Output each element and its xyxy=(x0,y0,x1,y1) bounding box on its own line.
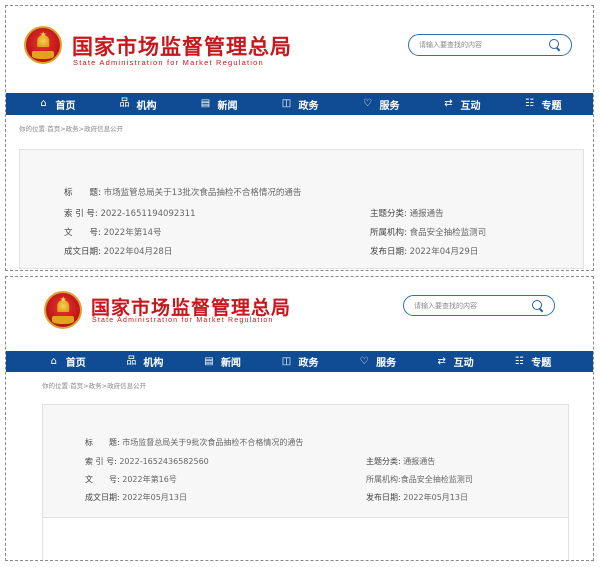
site-header: ★ 国家市场监督管理总局 State Administration for Ma… xyxy=(6,6,593,92)
nav-item-interaction[interactable]: ⇄ 互动 xyxy=(416,354,494,370)
government-affairs-icon: ◫ xyxy=(281,355,292,367)
nav-item-home[interactable]: ⌂ 首页 xyxy=(16,97,97,112)
doc-number: 2022年第14号 xyxy=(103,228,162,238)
news-icon: ▤ xyxy=(200,98,211,109)
screenshot-panel-2: ★ 国家市场监督管理总局 State Administration for Ma… xyxy=(5,276,594,561)
site-title-cn: 国家市场监督管理总局 xyxy=(72,35,292,59)
search-icon[interactable] xyxy=(530,298,546,314)
doc-category: 通报通告 xyxy=(403,457,436,466)
heart-icon: ♡ xyxy=(363,98,372,109)
search-box[interactable] xyxy=(408,34,572,56)
nav-item-government-affairs[interactable]: ◫ 政务 xyxy=(261,354,339,370)
doc-index-row: 索 引 号: 2022-1651194092311 xyxy=(64,209,196,219)
nav-item-organization[interactable]: 品机构 xyxy=(97,97,178,112)
nav-item-topics[interactable]: ☷ 专题 xyxy=(502,97,583,112)
doc-agency: 所属机构:食品安全抽检监测司 xyxy=(366,475,473,484)
doc-created-row: 成文日期: 2022年04月28日 xyxy=(64,247,173,257)
breadcrumb: 你的位置:首页>政务>政府信息公开 xyxy=(19,125,124,133)
government-affairs-icon: ◫ xyxy=(281,98,292,109)
breadcrumb: 你的位置:首页>政务>政府信息公开 xyxy=(42,382,147,390)
doc-number-row: 文 号: 2022年第16号 xyxy=(85,475,177,484)
doc-category-row: 主题分类: 通报通告 xyxy=(366,457,436,466)
topics-icon: ☷ xyxy=(514,355,524,367)
nav-item-interaction[interactable]: ⇄ 互动 xyxy=(421,97,502,112)
doc-number-row: 文 号: 2022年第14号 xyxy=(64,228,162,238)
site-title-cn: 国家市场监督管理总局 xyxy=(91,297,292,319)
document-info-card: 标 题: 市场监督总局关于9批次食品抽检不合格情况的通告 索 引 号: 2022… xyxy=(42,404,569,560)
doc-index: 2022-1651194092311 xyxy=(100,209,196,219)
nav-item-services[interactable]: ♡ 服务 xyxy=(338,354,416,370)
nav-item-news[interactable]: ▤ 新闻 xyxy=(178,97,259,112)
doc-title-row: 标 题: 市场监督总局关于9批次食品抽检不合格情况的通告 xyxy=(85,438,304,447)
search-input[interactable] xyxy=(404,296,530,315)
doc-title: 市场监督总局关于9批次食品抽检不合格情况的通告 xyxy=(122,438,304,447)
search-icon[interactable] xyxy=(547,37,563,53)
doc-agency-row: 所属机构: 食品安全抽检监测司 xyxy=(370,228,487,238)
national-emblem-icon: ★ xyxy=(44,291,82,329)
doc-published: 2022年05月13日 xyxy=(403,493,468,502)
doc-created: 2022年05月13日 xyxy=(122,493,187,502)
nav-item-organization[interactable]: 品机构 xyxy=(106,354,184,370)
doc-published-row: 发布日期: 2022年05月13日 xyxy=(366,493,468,502)
doc-title: 市场监管总局关于13批次食品抽检不合格情况的通告 xyxy=(103,188,302,198)
doc-category: 通报通告 xyxy=(409,209,444,219)
national-emblem-icon: ★ xyxy=(24,26,62,64)
site-title-en: State Administration for Market Regulati… xyxy=(92,317,274,324)
doc-agency: 食品安全抽检监测司 xyxy=(409,228,487,238)
nav-item-services[interactable]: ♡ 服务 xyxy=(340,97,421,112)
screenshot-panel-1: ★ 国家市场监督管理总局 State Administration for Ma… xyxy=(5,5,594,271)
site-title-en: State Administration for Market Regulati… xyxy=(73,58,264,67)
exchange-icon: ⇄ xyxy=(437,355,446,367)
news-icon: ▤ xyxy=(204,355,214,367)
doc-title-row: 标 题: 市场监管总局关于13批次食品抽检不合格情况的通告 xyxy=(64,188,302,198)
doc-number: 2022年第16号 xyxy=(122,475,177,484)
document-info-card: 标 题: 市场监管总局关于13批次食品抽检不合格情况的通告 索 引 号: 202… xyxy=(19,149,584,269)
doc-published-row: 发布日期: 2022年04月29日 xyxy=(370,247,479,257)
doc-published: 2022年04月29日 xyxy=(409,247,479,257)
doc-index: 2022-1652436582560 xyxy=(119,457,209,466)
doc-agency-row: 所属机构:食品安全抽检监测司 xyxy=(366,474,473,485)
heart-icon: ♡ xyxy=(359,355,369,367)
search-input[interactable] xyxy=(409,35,547,55)
doc-created-row: 成文日期: 2022年05月13日 xyxy=(85,493,187,502)
nav-item-topics[interactable]: ☷ 专题 xyxy=(493,354,571,370)
main-nav: ⌂ 首页 品机构 ▤ 新闻 ◫ 政务 ♡ 服务 ⇄ 互动 ☷ 专题 xyxy=(6,93,593,115)
topics-icon: ☷ xyxy=(525,98,534,109)
search-box[interactable] xyxy=(403,295,555,316)
exchange-icon: ⇄ xyxy=(444,98,453,109)
main-nav: ⌂ 首页 品机构 ▤ 新闻 ◫ 政务 ♡ 服务 ⇄ 互动 ☷ 专题 xyxy=(6,351,593,372)
organization-icon: 品 xyxy=(119,98,130,109)
doc-index-row: 索 引 号: 2022-1652436582560 xyxy=(85,457,209,466)
home-icon: ⌂ xyxy=(50,355,57,367)
nav-item-government-affairs[interactable]: ◫ 政务 xyxy=(259,97,340,112)
site-header: ★ 国家市场监督管理总局 State Administration for Ma… xyxy=(6,277,593,343)
doc-category-row: 主题分类: 通报通告 xyxy=(370,209,444,219)
content-area xyxy=(43,517,568,560)
home-icon: ⌂ xyxy=(40,98,47,109)
doc-created: 2022年04月28日 xyxy=(103,247,173,257)
organization-icon: 品 xyxy=(126,355,137,367)
nav-item-news[interactable]: ▤ 新闻 xyxy=(183,354,261,370)
nav-item-home[interactable]: ⌂ 首页 xyxy=(28,354,106,370)
